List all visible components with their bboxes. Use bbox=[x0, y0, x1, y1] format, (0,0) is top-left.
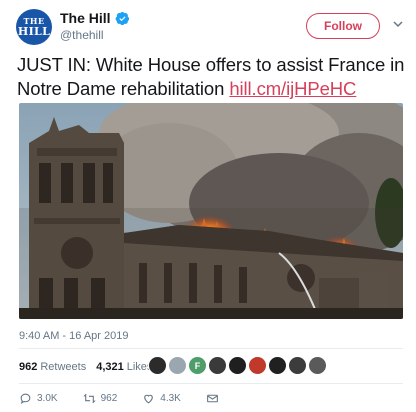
divider bbox=[19, 348, 403, 349]
avatar-text-line1: THE bbox=[23, 16, 45, 26]
retweets-count[interactable]: 962 bbox=[19, 361, 37, 373]
liker-avatar[interactable] bbox=[168, 356, 187, 375]
notre-dame-fire-photo bbox=[19, 103, 403, 319]
reply-icon bbox=[20, 393, 31, 404]
liker-avatar[interactable] bbox=[288, 356, 307, 375]
liker-avatar[interactable] bbox=[308, 356, 327, 375]
avatar[interactable]: THE HILL bbox=[16, 9, 52, 45]
name-row: The Hill bbox=[60, 10, 130, 26]
divider bbox=[19, 383, 403, 384]
liker-avatar[interactable]: F bbox=[188, 356, 207, 375]
likes-count[interactable]: 4,321 bbox=[96, 361, 124, 373]
verified-badge-icon bbox=[115, 11, 129, 25]
liker-avatar[interactable] bbox=[208, 356, 227, 375]
like-count: 4.3K bbox=[160, 392, 181, 404]
display-name[interactable]: The Hill bbox=[60, 10, 111, 26]
liker-avatar[interactable] bbox=[148, 356, 167, 375]
like-button[interactable]: 4.3K bbox=[142, 392, 181, 405]
liker-avatar[interactable] bbox=[268, 356, 287, 375]
liker-avatar[interactable] bbox=[228, 356, 247, 375]
direct-message-button[interactable] bbox=[206, 392, 219, 405]
account-handle[interactable]: @thehill bbox=[60, 28, 104, 42]
retweets-label[interactable]: Retweets bbox=[40, 361, 86, 373]
envelope-icon bbox=[206, 394, 218, 402]
tweet-actions: 3.0K 962 4.3K bbox=[19, 390, 244, 406]
tweet-text: JUST IN: White House offers to assist Fr… bbox=[17, 53, 409, 101]
reply-count: 3.0K bbox=[37, 392, 58, 404]
tweet-link[interactable]: hill.cm/ijHPeHC bbox=[229, 78, 356, 99]
avatar-text-line2: HILL bbox=[17, 25, 51, 38]
retweet-icon bbox=[82, 393, 96, 403]
chevron-down-icon[interactable] bbox=[392, 18, 404, 30]
tweet-photo[interactable] bbox=[19, 103, 403, 319]
heart-icon bbox=[144, 394, 154, 403]
tweet-header: THE HILL The Hill @thehill Follow bbox=[0, 0, 416, 48]
engagement-stats: 962 Retweets 4,321 Likes bbox=[19, 356, 152, 378]
follow-button[interactable]: Follow bbox=[306, 13, 380, 39]
liker-avatars: F bbox=[148, 356, 328, 376]
retweet-button[interactable]: 962 bbox=[82, 392, 118, 405]
liker-avatar[interactable] bbox=[248, 356, 267, 375]
tweet-timestamp[interactable]: 9:40 AM - 16 Apr 2019 bbox=[19, 330, 128, 342]
retweet-count: 962 bbox=[100, 392, 118, 404]
reply-button[interactable]: 3.0K bbox=[19, 392, 58, 405]
